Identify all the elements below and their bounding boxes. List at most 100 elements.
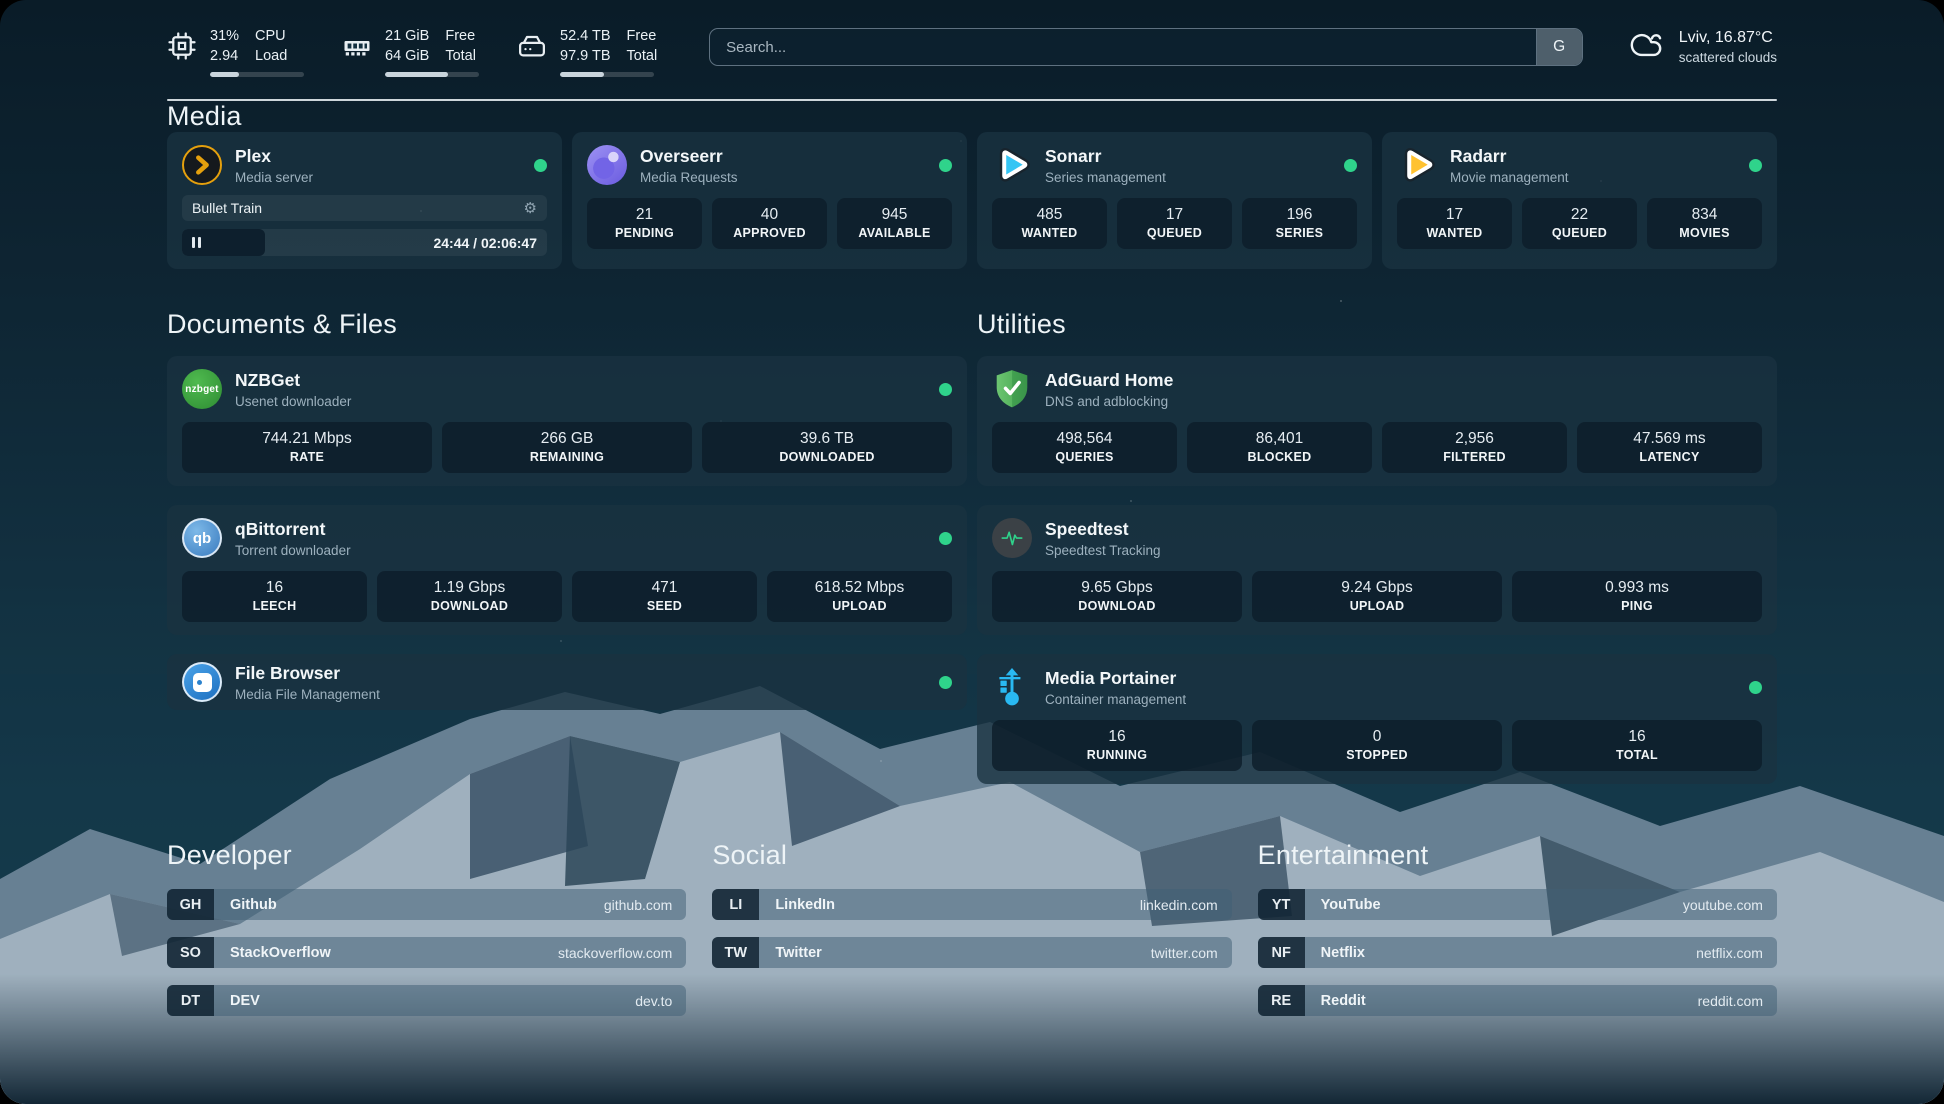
memory-progress-bar bbox=[385, 72, 479, 77]
stat-tile: 16RUNNING bbox=[992, 720, 1242, 771]
bookmark-abbr: LI bbox=[712, 889, 759, 920]
stat-tile: 16TOTAL bbox=[1512, 720, 1762, 771]
radarr-card[interactable]: Radarr Movie management 17WANTED 22QUEUE… bbox=[1382, 132, 1777, 269]
overseerr-card[interactable]: Overseerr Media Requests 21PENDING 40APP… bbox=[572, 132, 967, 269]
bookmark-reddit[interactable]: RE Reddit reddit.com bbox=[1258, 985, 1777, 1016]
memory-icon bbox=[342, 31, 372, 61]
stat-tile: 39.6 TBDOWNLOADED bbox=[702, 422, 952, 473]
cloud-icon bbox=[1627, 28, 1665, 67]
nzbget-icon: nzbget bbox=[182, 369, 222, 409]
stat-tile: 485WANTED bbox=[992, 198, 1107, 249]
bookmark-netflix[interactable]: NF Netflix netflix.com bbox=[1258, 937, 1777, 968]
radarr-title: Radarr bbox=[1450, 146, 1569, 167]
stat-tile: 9.24 GbpsUPLOAD bbox=[1252, 571, 1502, 622]
system-stats: 31% 2.94 CPU Load bbox=[167, 26, 657, 77]
adguard-shield-icon bbox=[992, 369, 1032, 409]
plex-settings-gear-icon[interactable]: ⚙ bbox=[524, 201, 537, 216]
stat-tile: 86,401BLOCKED bbox=[1187, 422, 1372, 473]
memory-total-value: 64 GiB bbox=[385, 46, 429, 66]
weather-location-temp: Lviv, 16.87°C bbox=[1679, 28, 1777, 49]
bookmark-abbr: TW bbox=[712, 937, 759, 968]
dashboard-window: 31% 2.94 CPU Load bbox=[0, 0, 1944, 1104]
plex-card[interactable]: Plex Media server Bullet Train ⚙ 24:44 /… bbox=[167, 132, 562, 269]
search-engine-button[interactable]: G bbox=[1536, 29, 1582, 65]
disk-free-value: 52.4 TB bbox=[560, 26, 611, 46]
portainer-title: Media Portainer bbox=[1045, 668, 1186, 689]
bookmark-github[interactable]: GH Github github.com bbox=[167, 889, 686, 920]
cpu-percent: 31% bbox=[210, 26, 239, 46]
portainer-card[interactable]: Media Portainer Container management 16R… bbox=[977, 654, 1777, 784]
search-input[interactable] bbox=[710, 29, 1536, 65]
plex-title: Plex bbox=[235, 146, 313, 167]
bookmark-twitter[interactable]: TW Twitter twitter.com bbox=[712, 937, 1231, 968]
sonarr-title: Sonarr bbox=[1045, 146, 1166, 167]
disk-free-label: Free bbox=[627, 26, 658, 46]
stat-tile: 47.569 msLATENCY bbox=[1577, 422, 1762, 473]
sonarr-status-dot bbox=[1344, 159, 1357, 172]
disk-stat: 52.4 TB 97.9 TB Free Total bbox=[517, 26, 657, 77]
bookmark-abbr: SO bbox=[167, 937, 214, 968]
cpu-load-label: Load bbox=[255, 46, 287, 66]
bookmark-abbr: RE bbox=[1258, 985, 1305, 1016]
adguard-title: AdGuard Home bbox=[1045, 370, 1173, 391]
stat-tile: 9.65 GbpsDOWNLOAD bbox=[992, 571, 1242, 622]
section-title-entertainment: Entertainment bbox=[1258, 840, 1777, 871]
filebrowser-icon bbox=[182, 662, 222, 702]
top-bar: 31% 2.94 CPU Load bbox=[167, 0, 1777, 77]
memory-stat: 21 GiB 64 GiB Free Total bbox=[342, 26, 479, 77]
social-bookmarks: Social LI LinkedIn linkedin.com TW Twitt… bbox=[712, 840, 1231, 1016]
filebrowser-card[interactable]: File Browser Media File Management bbox=[167, 654, 967, 710]
cpu-stat: 31% 2.94 CPU Load bbox=[167, 26, 304, 77]
stat-tile: 40APPROVED bbox=[712, 198, 827, 249]
qbittorrent-subtitle: Torrent downloader bbox=[235, 543, 351, 558]
disk-progress-bar bbox=[560, 72, 654, 77]
plex-icon bbox=[182, 145, 222, 185]
sonarr-card[interactable]: Sonarr Series management 485WANTED 17QUE… bbox=[977, 132, 1372, 269]
bookmark-stackoverflow[interactable]: SO StackOverflow stackoverflow.com bbox=[167, 937, 686, 968]
adguard-card[interactable]: AdGuard Home DNS and adblocking 498,564Q… bbox=[977, 356, 1777, 486]
disk-total-value: 97.9 TB bbox=[560, 46, 611, 66]
bookmark-youtube[interactable]: YT YouTube youtube.com bbox=[1258, 889, 1777, 920]
nzbget-subtitle: Usenet downloader bbox=[235, 394, 351, 409]
stat-tile: 2,956FILTERED bbox=[1382, 422, 1567, 473]
stat-tile: 266 GBREMAINING bbox=[442, 422, 692, 473]
stat-tile: 945AVAILABLE bbox=[837, 198, 952, 249]
stat-tile: 0.993 msPING bbox=[1512, 571, 1762, 622]
qbittorrent-title: qBittorrent bbox=[235, 519, 351, 540]
plex-subtitle: Media server bbox=[235, 170, 313, 185]
filebrowser-subtitle: Media File Management bbox=[235, 687, 380, 702]
section-title-social: Social bbox=[712, 840, 1231, 871]
filebrowser-title: File Browser bbox=[235, 663, 380, 684]
plex-now-playing-title: Bullet Train bbox=[192, 200, 262, 216]
bookmark-abbr: NF bbox=[1258, 937, 1305, 968]
cpu-progress-bar bbox=[210, 72, 304, 77]
bookmark-dev[interactable]: DT DEV dev.to bbox=[167, 985, 686, 1016]
stat-tile: 22QUEUED bbox=[1522, 198, 1637, 249]
hard-drive-icon bbox=[517, 31, 547, 61]
stat-tile: 17QUEUED bbox=[1117, 198, 1232, 249]
portainer-crane-icon bbox=[992, 667, 1032, 707]
plex-playback-progress[interactable]: 24:44 / 02:06:47 bbox=[182, 229, 547, 256]
qbittorrent-card[interactable]: qb qBittorrent Torrent downloader 16LEEC… bbox=[167, 505, 967, 635]
cpu-icon bbox=[167, 31, 197, 61]
utilities-column: Utilities bbox=[977, 309, 1777, 784]
nzbget-card[interactable]: nzbget NZBGet Usenet downloader 744.21 M… bbox=[167, 356, 967, 486]
speedtest-card[interactable]: Speedtest Speedtest Tracking 9.65 GbpsDO… bbox=[977, 505, 1777, 635]
developer-bookmarks: Developer GH Github github.com SO StackO… bbox=[167, 840, 686, 1016]
speedtest-subtitle: Speedtest Tracking bbox=[1045, 543, 1161, 558]
adguard-subtitle: DNS and adblocking bbox=[1045, 394, 1173, 409]
pause-icon[interactable] bbox=[192, 237, 201, 248]
filebrowser-status-dot bbox=[939, 676, 952, 689]
overseerr-title: Overseerr bbox=[640, 146, 738, 167]
speedtest-icon bbox=[992, 518, 1032, 558]
qbittorrent-status-dot bbox=[939, 532, 952, 545]
bookmark-abbr: GH bbox=[167, 889, 214, 920]
sonarr-subtitle: Series management bbox=[1045, 170, 1166, 185]
stat-tile: 834MOVIES bbox=[1647, 198, 1762, 249]
portainer-status-dot bbox=[1749, 681, 1762, 694]
section-title-utilities: Utilities bbox=[977, 309, 1777, 340]
stat-tile: 618.52 MbpsUPLOAD bbox=[767, 571, 952, 622]
overseerr-subtitle: Media Requests bbox=[640, 170, 738, 185]
bookmark-linkedin[interactable]: LI LinkedIn linkedin.com bbox=[712, 889, 1231, 920]
stat-tile: 16LEECH bbox=[182, 571, 367, 622]
